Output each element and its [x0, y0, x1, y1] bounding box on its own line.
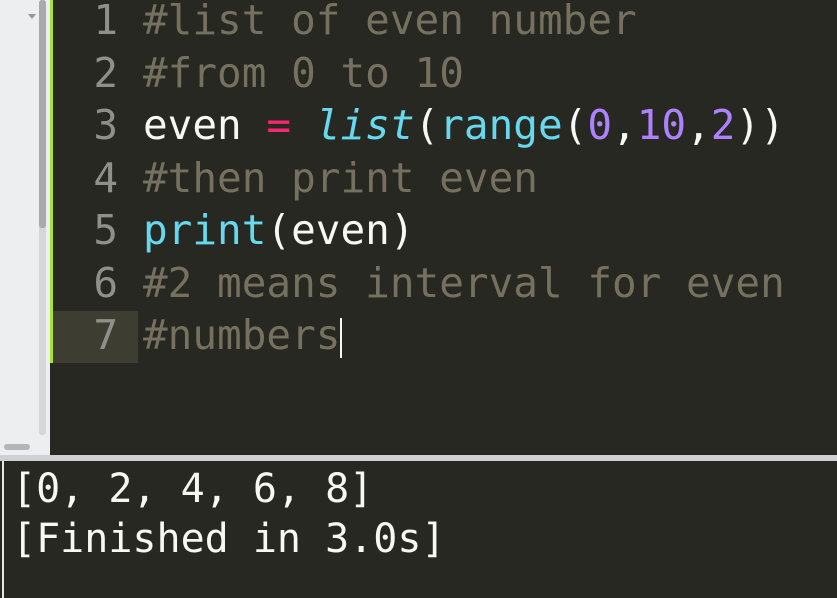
code-text: even = list(range(0,10,2)) — [143, 99, 785, 151]
code-token: , — [612, 101, 637, 149]
code-token: = — [266, 101, 292, 149]
code-token: , — [686, 101, 711, 149]
code-token: 2 — [710, 101, 736, 149]
code-text: #then print even — [143, 152, 538, 204]
code-token: #list of even number — [143, 0, 637, 44]
code-token: list — [315, 101, 415, 149]
code-line[interactable]: 1 #list of even number — [53, 0, 837, 46]
code-token: #then print even — [143, 153, 538, 202]
vertical-scrollbar-thumb[interactable] — [39, 0, 46, 228]
line-number: 1 — [93, 0, 118, 44]
code-token: #numbers — [143, 311, 341, 359]
line-number: 2 — [93, 48, 118, 97]
output-line: [Finished in 3.0s] — [12, 516, 446, 562]
line-number: 4 — [93, 153, 118, 202]
horizontal-scrollbar-thumb[interactable] — [4, 444, 30, 450]
line-number: 5 — [93, 206, 118, 254]
code-text: #from 0 to 10 — [143, 47, 464, 99]
code-token: print — [143, 206, 267, 254]
text-cursor — [340, 318, 343, 358]
code-token: even — [143, 101, 267, 149]
code-token: #2 means interval for even — [143, 258, 785, 307]
build-output-panel: [0, 2, 4, 6, 8] [Finished in 3.0s] — [2, 461, 837, 598]
code-text: #2 means interval for even — [143, 257, 785, 309]
output-line: [0, 2, 4, 6, 8] — [12, 466, 374, 512]
scroll-down-arrow-icon[interactable] — [28, 14, 36, 19]
code-token: ( — [562, 101, 588, 149]
code-text: print(even) — [143, 204, 415, 256]
code-line[interactable]: 6 #2 means interval for even — [53, 257, 837, 309]
code-token: 10 — [636, 101, 687, 149]
code-editor[interactable]: 1 #list of even number 2 #from 0 to 10 3 even… — [53, 0, 837, 455]
line-number: 3 — [93, 101, 118, 149]
code-token: (even) — [266, 206, 415, 254]
code-text: #list of even number — [143, 0, 637, 46]
code-token: #from 0 to 10 — [143, 48, 464, 97]
code-line[interactable]: 4 #then print even — [53, 152, 837, 204]
code-line[interactable]: 5 print(even) — [53, 204, 837, 256]
code-token: range — [439, 101, 563, 149]
line-number: 7 — [93, 311, 118, 359]
code-line[interactable]: 2 #from 0 to 10 — [53, 47, 837, 99]
code-line[interactable]: 3 even = list(range(0,10,2)) — [53, 99, 837, 151]
line-number: 6 — [93, 258, 118, 307]
code-token: 0 — [587, 101, 613, 149]
code-token: )) — [735, 101, 785, 149]
code-line[interactable]: 7 #numbers — [53, 309, 837, 361]
code-token: ( — [414, 101, 440, 149]
code-text: #numbers — [143, 309, 343, 361]
